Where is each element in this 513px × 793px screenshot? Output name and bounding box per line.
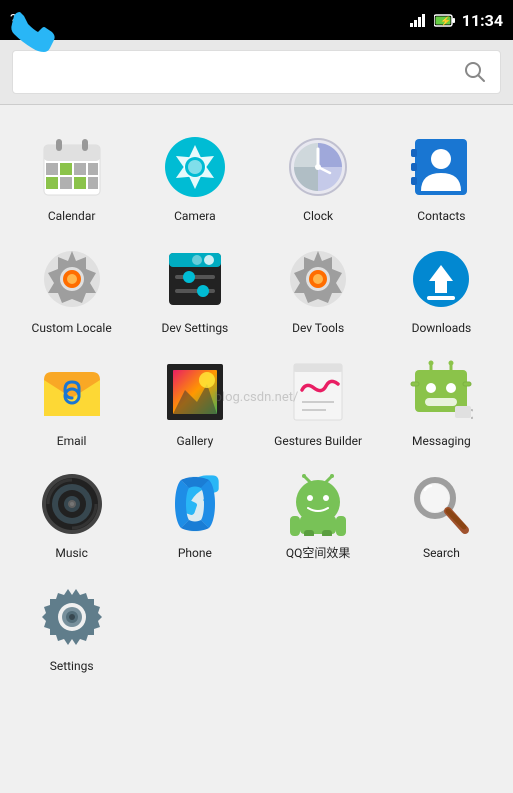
- app-item-custom-locale[interactable]: Custom Locale: [10, 233, 133, 345]
- app-label-gallery: Gallery: [177, 434, 214, 448]
- app-item-contacts[interactable]: Contacts: [380, 121, 503, 233]
- clock-icon: [282, 131, 354, 203]
- app-label-settings: Settings: [50, 659, 94, 673]
- status-bar: ? ⚡ 11:34: [0, 0, 513, 40]
- camera-icon: [159, 131, 231, 203]
- music-icon: [36, 468, 108, 540]
- app-item-dev-settings[interactable]: Dev Settings: [133, 233, 256, 345]
- gestures-builder-icon: [282, 356, 354, 428]
- app-label-camera: Camera: [174, 209, 216, 223]
- app-label-email: Email: [57, 434, 87, 448]
- app-item-camera[interactable]: Camera: [133, 121, 256, 233]
- app-label-phone: Phone: [178, 546, 212, 560]
- messaging-icon: [405, 356, 477, 428]
- app-item-clock[interactable]: Clock: [257, 121, 380, 233]
- calendar-icon: [36, 131, 108, 203]
- qq-icon: [282, 468, 354, 540]
- app-item-downloads[interactable]: Downloads: [380, 233, 503, 345]
- contacts-icon: [405, 131, 477, 203]
- search-app-icon: [405, 468, 477, 540]
- app-label-dev-settings: Dev Settings: [161, 321, 228, 335]
- search-icon: [464, 61, 486, 83]
- custom-locale-icon: [36, 243, 108, 315]
- app-item-calendar[interactable]: Calendar: [10, 121, 133, 233]
- app-label-custom-locale: Custom Locale: [32, 321, 112, 335]
- gallery-icon: [159, 356, 231, 428]
- dev-settings-icon: [159, 243, 231, 315]
- phone-icon: [159, 468, 231, 540]
- app-item-gallery[interactable]: Gallery: [133, 346, 256, 458]
- app-label-search: Search: [423, 546, 460, 560]
- app-item-settings[interactable]: Settings: [10, 571, 133, 683]
- app-item-music[interactable]: Music: [10, 458, 133, 570]
- app-item-gestures-builder[interactable]: Gestures Builder: [257, 346, 380, 458]
- app-item-search[interactable]: Search: [380, 458, 503, 570]
- app-label-music: Music: [55, 546, 87, 560]
- app-item-messaging[interactable]: Messaging: [380, 346, 503, 458]
- app-item-phone[interactable]: Phone: [133, 458, 256, 570]
- status-time: 11:34: [462, 11, 503, 30]
- app-grid-container[interactable]: Calendar: [0, 105, 513, 793]
- svg-text:⚡: ⚡: [440, 15, 451, 27]
- dev-tools-icon: [282, 243, 354, 315]
- search-bar[interactable]: [12, 50, 501, 94]
- downloads-icon: [405, 243, 477, 315]
- app-label-contacts: Contacts: [417, 209, 465, 223]
- app-item-dev-tools[interactable]: Dev Tools: [257, 233, 380, 345]
- app-item-email[interactable]: Email: [10, 346, 133, 458]
- app-item-qq[interactable]: QQ空间效果: [257, 458, 380, 570]
- app-label-messaging: Messaging: [412, 434, 471, 448]
- email-icon: [36, 356, 108, 428]
- app-label-qq: QQ空间效果: [286, 546, 351, 560]
- signal-icon: [410, 13, 428, 27]
- status-right: ⚡ 11:34: [410, 11, 503, 30]
- app-grid: Calendar: [0, 115, 513, 689]
- app-label-gestures-builder: Gestures Builder: [274, 434, 362, 448]
- search-bar-container: [0, 40, 513, 105]
- app-label-calendar: Calendar: [48, 209, 96, 223]
- app-label-clock: Clock: [303, 209, 333, 223]
- settings-icon: [36, 581, 108, 653]
- battery-icon: ⚡: [434, 14, 456, 27]
- app-label-downloads: Downloads: [412, 321, 472, 335]
- app-label-dev-tools: Dev Tools: [292, 321, 344, 335]
